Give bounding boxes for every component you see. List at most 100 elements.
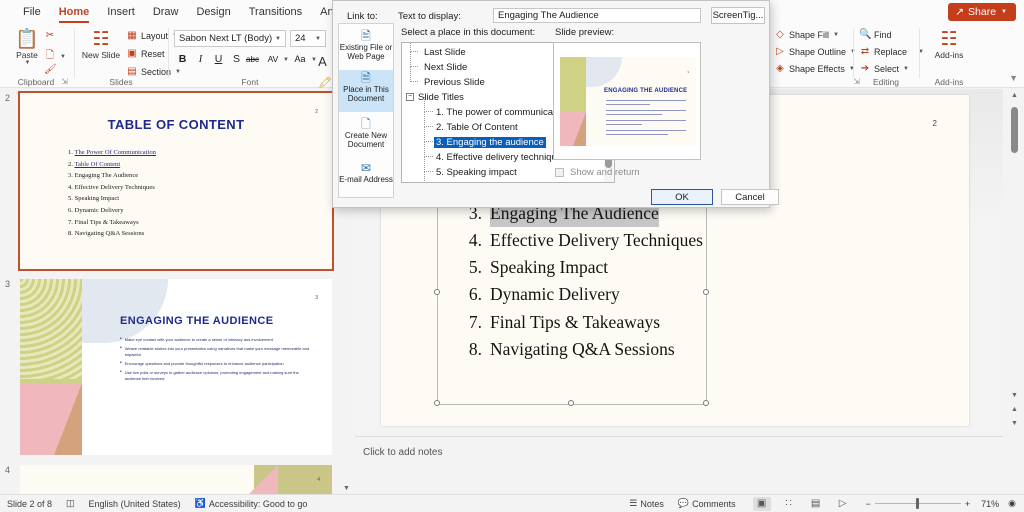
resize-handle-bottom-middle[interactable] <box>568 400 574 406</box>
shape-effects-button[interactable]: ◈ Shape Effects ▼ <box>774 63 855 74</box>
find-button[interactable]: 🔍 Find <box>859 29 892 40</box>
language-indicator[interactable]: English (United States) <box>82 499 188 509</box>
ribbon-group-addins: ☷ Add-ins Add-ins <box>921 24 977 88</box>
globe-page-icon: 🖹 <box>361 32 371 41</box>
slideshow-view-button[interactable]: ▷ <box>834 497 852 511</box>
fit-to-window-button[interactable]: ◉ <box>1006 498 1024 509</box>
notes-pane[interactable]: Click to add notes <box>355 436 1003 494</box>
change-case-button[interactable]: Aa <box>292 52 308 67</box>
tab-design[interactable]: Design <box>187 0 239 24</box>
thumbnail-canvas-3[interactable]: 3 ENGAGING THE AUDIENCE •Make eye contac… <box>20 279 332 455</box>
scroll-up-icon[interactable]: ▲ <box>1008 89 1021 102</box>
toc-item-8[interactable]: 8.Navigating Q&A Sessions <box>465 336 735 363</box>
slide-layout-icon[interactable]: ◫ <box>59 498 82 509</box>
cut-button[interactable]: ✂ <box>44 30 56 41</box>
thumbnail-canvas-2[interactable]: 2 TABLE OF CONTENT 1. The Power Of Commu… <box>20 93 332 269</box>
share-button[interactable]: ↗ Share ▼ <box>948 3 1016 21</box>
thumbnail-slide-2[interactable]: 2 2 TABLE OF CONTENT 1. The Power Of Com… <box>0 93 338 273</box>
slide-indicator[interactable]: Slide 2 of 8 <box>0 499 59 509</box>
chevron-down-icon: ▼ <box>315 36 321 42</box>
slide-preview-box: 3 ENGAGING THE AUDIENCE <box>553 42 701 160</box>
screentip-button[interactable]: ScreenTig... <box>711 7 765 24</box>
tab-insert[interactable]: Insert <box>98 0 144 24</box>
link-to-email-address[interactable]: ✉ E-mail Address <box>339 160 393 196</box>
underline-button[interactable]: U <box>212 52 225 67</box>
clipboard-dialog-launcher[interactable]: ⇲ <box>61 77 68 86</box>
ribbon-collapse-button[interactable]: ▼ <box>1009 73 1018 83</box>
new-slide-button[interactable]: ☷ New Slide <box>80 30 122 60</box>
tab-file[interactable]: File <box>14 0 50 24</box>
link-to-create-new-document[interactable]: 🗋 Create New Document <box>339 116 393 156</box>
bold-button[interactable]: B <box>176 52 189 67</box>
thumbnail-slide-3[interactable]: 3 3 ENGAGING THE AUDIENCE •Make eye cont… <box>0 279 338 459</box>
link-to-place-in-document[interactable]: 🗎 Place in This Document <box>339 70 393 112</box>
resize-handle-bottom-right[interactable] <box>703 400 709 406</box>
new-slide-icon: ☷ <box>92 30 109 50</box>
shape-outline-button[interactable]: ▷ Shape Outline ▼ <box>774 46 856 57</box>
resize-handle-bottom-left[interactable] <box>434 400 440 406</box>
link-to-existing-file[interactable]: 🖹 Existing File or Web Page <box>339 28 393 68</box>
toc-item-5[interactable]: 5.Speaking Impact <box>465 254 735 281</box>
replace-button[interactable]: ⇄ Replace ▼ <box>859 46 924 57</box>
tab-transitions[interactable]: Transitions <box>240 0 311 24</box>
shape-fill-button[interactable]: ◇ Shape Fill ▼ <box>774 29 839 40</box>
font-family-input[interactable]: Sabon Next LT (Body) ▼ <box>174 30 286 47</box>
copy-button[interactable]: 🗋 ▼ <box>44 48 66 65</box>
text-to-display-input[interactable]: Engaging The Audience <box>493 8 701 23</box>
zoom-level-label[interactable]: 71% <box>974 499 1006 509</box>
chevron-down-icon: ▼ <box>60 54 66 60</box>
thumbnail-title: ENGAGING THE AUDIENCE <box>120 315 273 327</box>
notes-placeholder: Click to add notes <box>363 447 443 458</box>
slide-sorter-view-button[interactable]: ∷ <box>780 497 798 511</box>
toc-item-6[interactable]: 6.Dynamic Delivery <box>465 281 735 308</box>
thumbnail-page-number: 3 <box>315 295 318 301</box>
previous-slide-icon[interactable]: ▲ <box>1008 403 1021 416</box>
ok-button[interactable]: OK <box>651 189 713 205</box>
grow-font-button[interactable]: A <box>316 54 329 69</box>
ribbon-group-editing: 🔍 Find ⇄ Replace ▼ ➔ Select ▼ Editing <box>855 24 917 88</box>
tab-home[interactable]: Home <box>50 0 99 24</box>
zoom-slider[interactable] <box>875 498 961 510</box>
zoom-out-button[interactable]: − <box>862 499 875 509</box>
tab-draw[interactable]: Draw <box>144 0 188 24</box>
thumbnail-canvas-4[interactable]: 4 <box>20 465 332 495</box>
shape-effects-label: Shape Effects <box>789 64 845 74</box>
thumbnail-slide-4[interactable]: 4 4 <box>0 465 338 495</box>
accessibility-indicator[interactable]: ♿ Accessibility: Good to go <box>188 498 315 509</box>
format-painter-button[interactable]: 🖌 <box>44 64 56 75</box>
list-item: •Use live polls or surveys to gather aud… <box>120 370 310 382</box>
add-ins-button[interactable]: ☷ Add-ins <box>927 30 971 60</box>
list-item: 1. The Power Of Communication <box>68 147 156 159</box>
chevron-down-icon: ▼ <box>1001 9 1007 15</box>
font-family-value: Sabon Next LT (Body) <box>179 33 272 44</box>
link-to-rail[interactable]: 🖹 Existing File or Web Page 🗎 Place in T… <box>338 23 394 198</box>
zoom-in-button[interactable]: + <box>961 499 974 509</box>
italic-button[interactable]: I <box>194 52 207 67</box>
font-size-input[interactable]: 24 ▼ <box>290 30 326 47</box>
toc-item-4[interactable]: 4.Effective Delivery Techniques <box>465 227 735 254</box>
paste-button[interactable]: 📋 Paste ▼ <box>6 30 48 66</box>
scroll-down-icon[interactable]: ▼ <box>1008 389 1021 402</box>
slide-thumbnail-panel[interactable]: 2 2 TABLE OF CONTENT 1. The Power Of Com… <box>0 89 338 495</box>
reading-view-button[interactable]: ▤ <box>807 497 825 511</box>
shape-fill-icon: ◇ <box>774 29 786 40</box>
slide-preview-image: 3 ENGAGING THE AUDIENCE <box>560 57 696 146</box>
normal-view-button[interactable]: ▣ <box>753 497 771 511</box>
chevron-down-icon[interactable]: ▼ <box>283 57 289 63</box>
text-shadow-button[interactable]: S <box>230 52 243 67</box>
reset-button[interactable]: ▣ Reset <box>126 48 165 59</box>
toc-item-7[interactable]: 7.Final Tips & Takeaways <box>465 309 735 336</box>
select-button[interactable]: ➔ Select ▼ <box>859 63 909 74</box>
notes-button[interactable]: ☰ Notes <box>622 498 671 509</box>
resize-handle-left-middle[interactable] <box>434 289 440 295</box>
tree-item-slide-6[interactable]: 6. Dynamic delivery <box>402 180 615 183</box>
character-spacing-button[interactable]: AV <box>265 52 281 67</box>
resize-handle-right-middle[interactable] <box>703 289 709 295</box>
main-scrollbar[interactable]: ▲ ▼ ▲ ▼ <box>1008 89 1021 495</box>
show-and-return-checkbox[interactable] <box>555 168 564 177</box>
cancel-button[interactable]: Cancel <box>721 189 779 205</box>
comments-button[interactable]: 💬 Comments <box>671 498 743 509</box>
strikethrough-button[interactable]: abc <box>246 52 259 67</box>
next-slide-icon[interactable]: ▼ <box>1008 417 1021 430</box>
insert-hyperlink-dialog[interactable]: Link to: Text to display: Engaging The A… <box>332 0 770 208</box>
